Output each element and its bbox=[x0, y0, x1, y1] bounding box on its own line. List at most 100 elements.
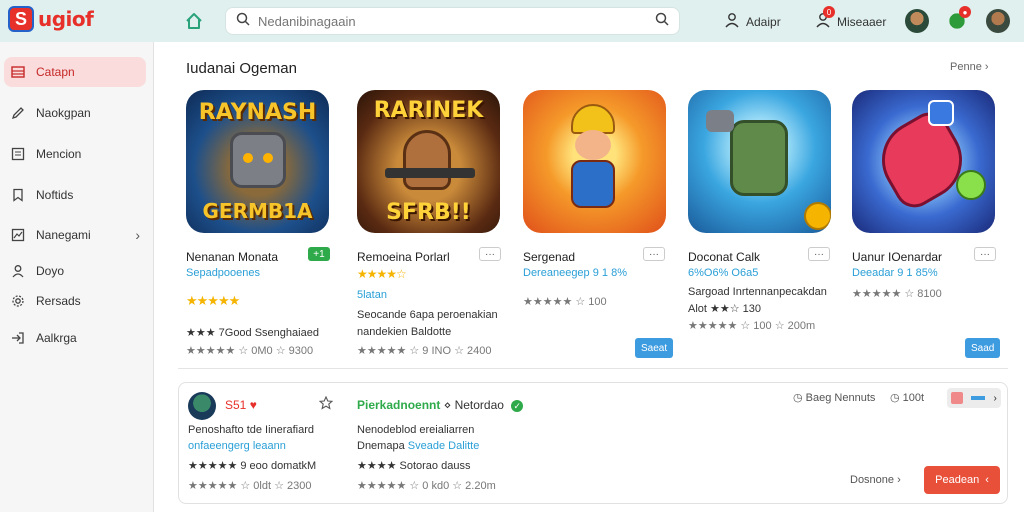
game-thumbnail[interactable] bbox=[523, 90, 666, 233]
game-card[interactable]: RAYNASH GERMB1A Nenanan Monata +1 Sepadp… bbox=[186, 90, 336, 357]
search-bar[interactable] bbox=[225, 7, 680, 35]
clock-icon: ◷ bbox=[793, 392, 803, 404]
search-input[interactable] bbox=[258, 13, 655, 29]
thumbnail-subtitle: SFRB!! bbox=[386, 200, 471, 225]
bookmark-icon[interactable] bbox=[318, 395, 334, 413]
sidebar-item-label: Naokgpan bbox=[36, 106, 91, 120]
game-developer[interactable]: 5latan bbox=[357, 289, 387, 301]
see-more-link[interactable]: Dosnone › bbox=[850, 474, 901, 486]
search-icon bbox=[236, 12, 250, 31]
logo-mark: S bbox=[8, 6, 34, 32]
messages-badge: 0 bbox=[823, 6, 835, 18]
game-name[interactable]: Remoeina Porlarl bbox=[357, 250, 450, 264]
game-card[interactable]: Uanur IOenardar ··· Deeadar 9 1 85% ★★★★… bbox=[852, 90, 1002, 358]
messages-label: Miseaaer bbox=[837, 14, 887, 29]
sidebar-item-label: Rersads bbox=[36, 294, 81, 308]
grid-icon bbox=[10, 64, 26, 80]
tag-chip[interactable]: › bbox=[947, 388, 1001, 408]
avatar-1[interactable] bbox=[905, 9, 929, 33]
panel-mid-line: Dnemapa Sveade Dalitte bbox=[357, 440, 480, 452]
search-submit-icon[interactable] bbox=[655, 12, 669, 31]
timer-icon: ◷ bbox=[890, 392, 900, 404]
game-rating-line: Alot ★★☆ 130 bbox=[688, 303, 762, 315]
thumbnail-title: RAYNASH bbox=[198, 100, 317, 125]
panel-mid-stats: ★★★★★ ☆ 0 kd0 ☆ 2.20m bbox=[357, 480, 496, 492]
user-score: S51 ♥ bbox=[225, 398, 257, 412]
hero-face-art bbox=[575, 130, 611, 160]
game-description: nandekien Baldotte bbox=[357, 326, 452, 338]
game-thumbnail[interactable]: RARINEK SFRB!! bbox=[357, 90, 500, 233]
account-button[interactable]: Adaipr bbox=[724, 12, 781, 31]
gear-icon bbox=[10, 293, 26, 309]
sidebar-item-naokgpan[interactable]: Naokgpan bbox=[4, 98, 146, 128]
panel-title-rest: Netordao bbox=[454, 398, 504, 412]
app-logo[interactable]: S ugiof bbox=[8, 6, 94, 32]
primary-action-button[interactable]: Peadean ‹ bbox=[924, 466, 1000, 494]
section-divider bbox=[178, 368, 1008, 369]
rocket-art bbox=[867, 105, 977, 215]
section-title: Iudanai Ogeman bbox=[186, 60, 297, 77]
panel-meta-1: ◷ Baeg Nennuts bbox=[793, 392, 876, 404]
chevron-right-icon: › bbox=[993, 392, 997, 404]
avatar-2[interactable]: ● bbox=[945, 6, 971, 33]
game-name[interactable]: Nenanan Monata bbox=[186, 250, 278, 264]
game-developer[interactable]: Sepadpooenes bbox=[186, 267, 260, 279]
mech-fist-art bbox=[706, 110, 734, 132]
game-card[interactable]: Sergenad ··· Dereaneegep 9 1 8% ★★★★★ ☆ … bbox=[523, 90, 674, 358]
verified-icon: ✓ bbox=[511, 400, 524, 412]
sidebar-item-noftids[interactable]: Noftids bbox=[4, 180, 146, 210]
game-review-line: ★★★ 7Good Ssenghaiaed bbox=[186, 327, 319, 339]
sidebar-item-aalkrga[interactable]: Aalkrga bbox=[4, 323, 146, 353]
verified-badge: +1 bbox=[308, 247, 330, 261]
panel-mid-link[interactable]: Sveade Dalitte bbox=[408, 440, 480, 452]
sidebar-item-doyo[interactable]: Doyo bbox=[4, 256, 146, 286]
game-name[interactable]: Sergenad bbox=[523, 250, 575, 264]
game-card[interactable]: RARINEK SFRB!! Remoeina Porlarl ··· ★★★★… bbox=[357, 90, 507, 357]
messages-button[interactable]: 0 Miseaaer bbox=[815, 6, 887, 31]
game-card[interactable]: Doconat Calk ··· 6%O6% O6a5 Sargoad Inrt… bbox=[688, 90, 838, 332]
primary-action-label: Peadean bbox=[935, 474, 980, 486]
game-thumbnail[interactable]: RAYNASH GERMB1A bbox=[186, 90, 329, 233]
more-options-button[interactable]: ··· bbox=[974, 247, 996, 261]
soldier-art bbox=[403, 130, 451, 190]
list-icon bbox=[10, 146, 26, 162]
thumbnail-subtitle: GERMB1A bbox=[202, 199, 313, 223]
gun-art bbox=[385, 168, 475, 178]
avatar[interactable] bbox=[188, 392, 216, 420]
game-name[interactable]: Doconat Calk bbox=[688, 250, 760, 264]
game-stats-line: ★★★★★ ☆ 9 INO ☆ 2400 bbox=[357, 345, 492, 357]
tag-bar-icon bbox=[971, 396, 986, 400]
sidebar-item-nanegami[interactable]: Nanegami › bbox=[4, 220, 146, 250]
bookmark-icon bbox=[10, 187, 26, 203]
hero-body-art bbox=[571, 160, 615, 208]
game-developer[interactable]: Dereaneegep 9 1 8% bbox=[523, 267, 627, 279]
logo-text: ugiof bbox=[38, 7, 94, 31]
select-button[interactable]: Saad bbox=[965, 338, 1001, 358]
panel-left-link[interactable]: onfaeengerg leaann bbox=[188, 440, 286, 452]
game-stats-line: ★★★★★ ☆ 8100 bbox=[852, 288, 942, 300]
heart-icon: ♥ bbox=[249, 398, 257, 412]
sidebar-item-mencion[interactable]: Mencion bbox=[4, 139, 146, 169]
select-button[interactable]: Saeat bbox=[635, 338, 674, 358]
sidebar-item-catapn[interactable]: Catapn bbox=[4, 57, 146, 87]
more-options-button[interactable]: ··· bbox=[643, 247, 665, 261]
panel-left-rating: ★★★★★ 9 eoo domatkM bbox=[188, 460, 317, 472]
game-thumbnail[interactable] bbox=[688, 90, 831, 233]
panel-mid-line: Nenodeblod ereialiarren bbox=[357, 424, 475, 436]
more-options-button[interactable]: ··· bbox=[479, 247, 501, 261]
coin-art bbox=[804, 202, 831, 230]
user-icon bbox=[10, 263, 26, 279]
game-stats-line: ★★★★★ ☆ 100 ☆ 200m bbox=[688, 320, 816, 332]
home-icon[interactable] bbox=[184, 11, 204, 31]
thumbnail-title: RARINEK bbox=[373, 98, 484, 123]
chevron-right-icon: › bbox=[135, 227, 140, 243]
sidebar-item-rersads[interactable]: Rersads bbox=[4, 286, 146, 316]
game-name[interactable]: Uanur IOenardar bbox=[852, 250, 942, 264]
game-developer[interactable]: 6%O6% O6a5 bbox=[688, 267, 758, 279]
more-options-button[interactable]: ··· bbox=[808, 247, 830, 261]
sidebar-item-label: Catapn bbox=[36, 65, 75, 79]
avatar-3[interactable] bbox=[986, 9, 1010, 33]
see-more-link[interactable]: Penne › bbox=[950, 61, 989, 73]
game-thumbnail[interactable] bbox=[852, 90, 995, 233]
game-developer[interactable]: Deeadar 9 1 85% bbox=[852, 267, 938, 279]
